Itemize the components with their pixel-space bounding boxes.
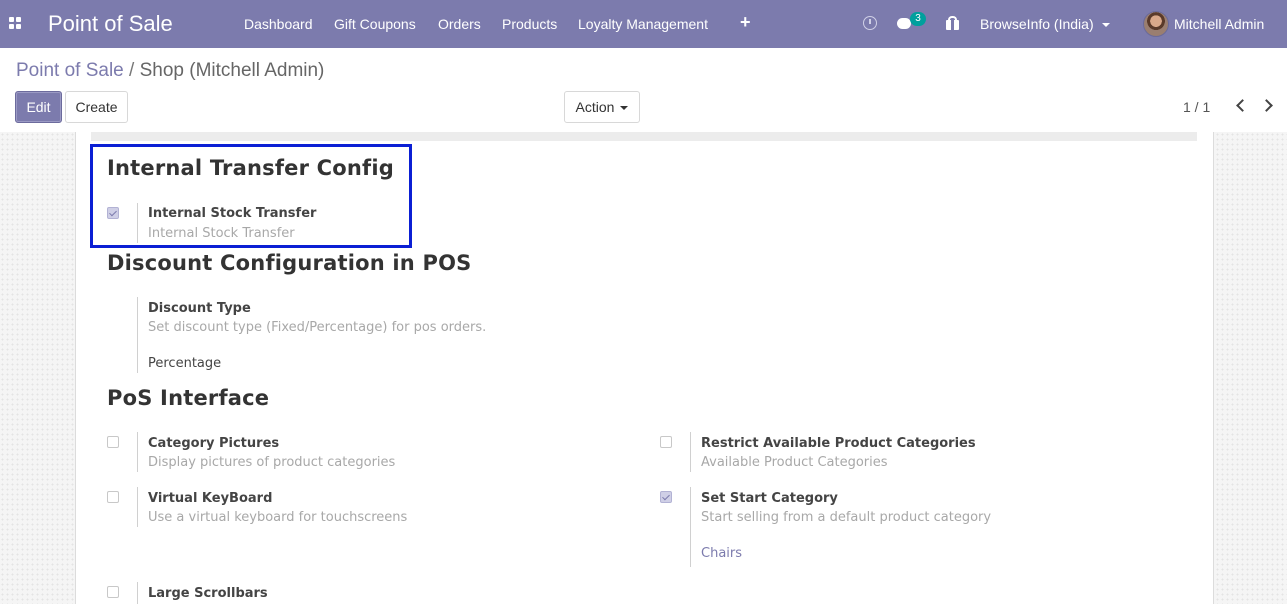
setting-divider xyxy=(137,487,138,527)
breadcrumb: Point of Sale / Shop (Mitchell Admin) xyxy=(16,60,324,82)
clock-icon[interactable] xyxy=(863,16,877,30)
company-name: BrowseInfo (India) xyxy=(980,16,1094,32)
user-menu-name[interactable]: Mitchell Admin xyxy=(1174,16,1264,32)
company-switcher[interactable]: BrowseInfo (India) xyxy=(980,16,1110,32)
sheet-top-bar xyxy=(91,132,1197,141)
menu-gift-coupons[interactable]: Gift Coupons xyxy=(334,16,416,32)
restrict-categories-checkbox[interactable] xyxy=(660,436,672,448)
setting-divider xyxy=(137,582,138,604)
start-category-value-link[interactable]: Chairs xyxy=(701,546,742,561)
chat-icon[interactable] xyxy=(897,18,911,29)
large-scrollbars-checkbox[interactable] xyxy=(107,586,119,598)
menu-dashboard[interactable]: Dashboard xyxy=(244,16,313,32)
virtual-keyboard-label: Virtual KeyBoard xyxy=(148,491,273,506)
breadcrumb-parent-link[interactable]: Point of Sale xyxy=(16,60,124,81)
menu-loyalty-management[interactable]: Loyalty Management xyxy=(578,16,708,32)
top-navbar: Point of Sale Dashboard Gift Coupons Ord… xyxy=(0,0,1287,48)
restrict-categories-label: Restrict Available Product Categories xyxy=(701,436,976,451)
section-title-pos-interface: PoS Interface xyxy=(107,386,270,410)
restrict-categories-description: Available Product Categories xyxy=(701,455,888,470)
pager-value[interactable]: 1 / 1 xyxy=(1183,99,1210,115)
app-brand-title[interactable]: Point of Sale xyxy=(48,11,173,37)
breadcrumb-current: Shop (Mitchell Admin) xyxy=(139,60,325,81)
virtual-keyboard-description: Use a virtual keyboard for touchscreens xyxy=(148,510,408,525)
chevron-down-icon xyxy=(1101,23,1110,28)
large-scrollbars-label: Large Scrollbars xyxy=(148,586,268,601)
section-title-discount: Discount Configuration in POS xyxy=(107,251,472,275)
action-label: Action xyxy=(575,99,615,115)
setting-divider xyxy=(690,487,691,567)
menu-products[interactable]: Products xyxy=(502,16,557,32)
caret-down-icon xyxy=(620,106,629,111)
virtual-keyboard-checkbox[interactable] xyxy=(107,491,119,503)
chevron-right-icon[interactable] xyxy=(1260,99,1273,112)
discount-type-description: Set discount type (Fixed/Percentage) for… xyxy=(148,320,487,335)
breadcrumb-separator: / xyxy=(129,60,135,81)
gift-icon[interactable] xyxy=(946,16,959,30)
start-category-description: Start selling from a default product cat… xyxy=(701,510,992,525)
category-pictures-checkbox[interactable] xyxy=(107,436,119,448)
edit-button[interactable]: Edit xyxy=(15,91,62,123)
setting-divider xyxy=(137,297,138,373)
start-category-label: Set Start Category xyxy=(701,491,838,506)
highlight-box xyxy=(90,144,412,248)
start-category-checkbox[interactable] xyxy=(660,491,672,503)
action-dropdown-button[interactable]: Action xyxy=(564,91,640,123)
setting-divider xyxy=(690,432,691,472)
apps-grid-icon[interactable] xyxy=(9,17,23,31)
menu-orders[interactable]: Orders xyxy=(438,16,481,32)
category-pictures-description: Display pictures of product categories xyxy=(148,455,396,470)
messages-count-badge: 3 xyxy=(910,12,926,26)
discount-type-label: Discount Type xyxy=(148,301,251,316)
avatar[interactable] xyxy=(1143,11,1169,37)
discount-type-value: Percentage xyxy=(148,356,222,371)
plus-icon[interactable]: + xyxy=(740,12,751,33)
setting-divider xyxy=(137,432,138,472)
category-pictures-label: Category Pictures xyxy=(148,436,280,451)
create-button[interactable]: Create xyxy=(65,91,128,123)
chevron-left-icon[interactable] xyxy=(1236,99,1249,112)
